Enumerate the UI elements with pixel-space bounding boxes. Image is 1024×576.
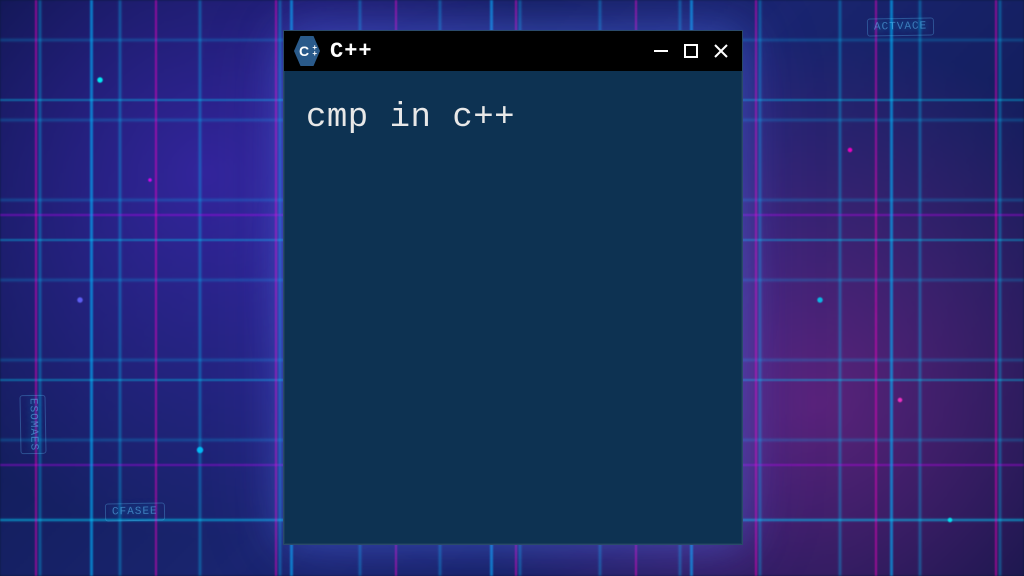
close-button[interactable] <box>710 40 732 62</box>
window-controls <box>650 40 732 62</box>
cpp-icon: ++ <box>294 36 320 66</box>
maximize-button[interactable] <box>680 40 702 62</box>
titlebar[interactable]: ++ C++ <box>284 31 742 71</box>
bg-label-decorative: ACTVACE <box>867 17 935 36</box>
terminal-window: ++ C++ cmp in c++ <box>283 30 743 545</box>
window-title: C++ <box>330 39 640 64</box>
minimize-button[interactable] <box>650 40 672 62</box>
terminal-body[interactable]: cmp in c++ <box>284 71 742 165</box>
minimize-icon <box>652 42 670 60</box>
close-icon <box>712 42 730 60</box>
bg-label-decorative: CFASEE <box>105 502 165 521</box>
terminal-text: cmp in c++ <box>306 99 515 137</box>
bg-label-decorative: ESOMAES <box>19 395 46 455</box>
maximize-icon <box>683 43 699 59</box>
